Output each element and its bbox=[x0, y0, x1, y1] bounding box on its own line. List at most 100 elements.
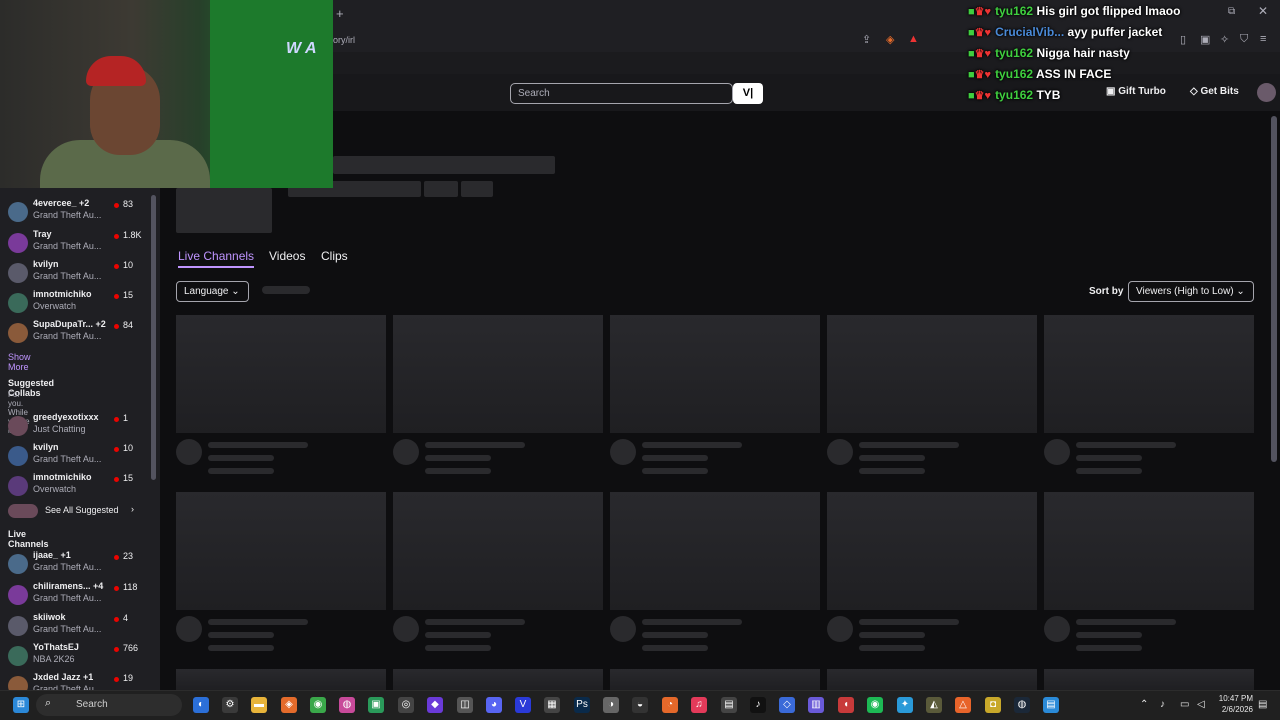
copilot-icon[interactable]: ◐ bbox=[193, 697, 209, 713]
sidebar-channel-item[interactable]: YoThatsEJ NBA 2K26 766 bbox=[0, 642, 150, 670]
brave-shield-icon[interactable]: ◈ bbox=[886, 33, 894, 46]
chrome-icon[interactable]: ◉ bbox=[310, 697, 326, 713]
sidebar-scrollbar[interactable] bbox=[151, 195, 156, 480]
tray-chevron-icon[interactable]: ⌃ bbox=[1140, 699, 1148, 710]
windows-start-icon[interactable]: ⊞ bbox=[13, 697, 29, 713]
sidebar-channel-item[interactable]: chiliramens... +4 Grand Theft Au... 118 bbox=[0, 581, 150, 609]
settings-icon[interactable]: ⚙ bbox=[222, 697, 238, 713]
sidebar-channel-item[interactable]: imnotmichiko Overwatch 15 bbox=[0, 472, 150, 500]
volume-icon[interactable]: ◁ bbox=[1197, 699, 1205, 710]
main-scrollbar[interactable] bbox=[1271, 116, 1277, 462]
brave-browser-icon[interactable]: ◈ bbox=[281, 697, 297, 713]
microphone-icon[interactable]: ♪ bbox=[1160, 699, 1165, 710]
chat-username[interactable]: tyu162 bbox=[995, 46, 1033, 60]
stream-thumbnail-skeleton[interactable] bbox=[176, 669, 386, 690]
sidebar-channel-item[interactable]: kvilyn Grand Theft Au... 10 bbox=[0, 259, 150, 287]
tiktok-icon[interactable]: ♪ bbox=[750, 697, 766, 713]
sidebar-channel-item[interactable]: Tray Grand Theft Au... 1.8K bbox=[0, 229, 150, 257]
chat-username[interactable]: CrucialVib... bbox=[995, 25, 1064, 39]
notification-icon[interactable]: ▤ bbox=[1258, 699, 1267, 710]
stream-thumbnail-skeleton[interactable] bbox=[1044, 315, 1254, 433]
sidebar-channel-item[interactable]: imnotmichiko Overwatch 15 bbox=[0, 289, 150, 317]
vpn-icon[interactable]: ⛉ bbox=[1240, 33, 1248, 46]
app-purple-icon[interactable]: ◆ bbox=[427, 697, 443, 713]
steam-icon[interactable]: ◍ bbox=[1014, 697, 1030, 713]
user-avatar[interactable] bbox=[1257, 83, 1276, 102]
stream-thumbnail-skeleton[interactable] bbox=[610, 492, 820, 610]
gamepad-icon[interactable]: ◫ bbox=[457, 697, 473, 713]
stream-thumbnail-skeleton[interactable] bbox=[393, 315, 603, 433]
streamer-avatar-skeleton bbox=[176, 439, 202, 465]
app-olive-icon[interactable]: ◭ bbox=[926, 697, 942, 713]
window-restore-icon[interactable]: ⧉ bbox=[1228, 6, 1235, 17]
channel-category: Just Chatting bbox=[33, 424, 86, 434]
leo-icon[interactable]: ✧ bbox=[1220, 33, 1229, 46]
app-green-icon[interactable]: ▣ bbox=[368, 697, 384, 713]
taskbar-date[interactable]: 2/6/2026 bbox=[1215, 705, 1253, 714]
sidebar-channel-item[interactable]: ijaae_ +1 Grand Theft Au... 23 bbox=[0, 550, 150, 578]
file-explorer-icon[interactable]: ▬ bbox=[251, 697, 267, 713]
discord-icon[interactable]: ◕ bbox=[486, 697, 502, 713]
window-close-icon[interactable]: ✕ bbox=[1258, 4, 1268, 18]
capture-icon[interactable]: ▦ bbox=[544, 697, 560, 713]
chat-username[interactable]: tyu162 bbox=[995, 67, 1033, 81]
app-circle-icon[interactable]: ◑ bbox=[603, 697, 619, 713]
photoshop-icon[interactable]: Ps bbox=[574, 697, 590, 713]
calculator-icon[interactable]: ▤ bbox=[721, 697, 737, 713]
app-cyan-icon[interactable]: ✦ bbox=[897, 697, 913, 713]
stream-thumbnail-skeleton[interactable] bbox=[610, 669, 820, 690]
language-dropdown[interactable]: Language ⌄ bbox=[176, 281, 249, 302]
stream-thumbnail-skeleton[interactable] bbox=[176, 492, 386, 610]
brave-rewards-icon[interactable]: ▲ bbox=[908, 33, 919, 45]
get-bits-button[interactable]: ◇ Get Bits bbox=[1190, 86, 1239, 97]
share-icon[interactable]: ⇪ bbox=[862, 33, 871, 46]
see-all-suggested-link[interactable]: See All Suggested › bbox=[0, 503, 150, 531]
stream-thumbnail-skeleton[interactable] bbox=[176, 315, 386, 433]
sidebar-channel-item[interactable]: SupaDupaTr... +2 Grand Theft Au... 84 bbox=[0, 319, 150, 347]
search-button[interactable]: V| bbox=[733, 83, 763, 104]
vegas-icon[interactable]: V bbox=[515, 697, 531, 713]
music-icon[interactable]: ♫ bbox=[691, 697, 707, 713]
sidebar-channel-item[interactable]: 4evercee_ +2 Grand Theft Au... 83 bbox=[0, 198, 150, 226]
url-text[interactable]: ory/irl bbox=[333, 35, 355, 45]
app-yellow-icon[interactable]: ◘ bbox=[985, 697, 1001, 713]
sidebar-channel-item[interactable]: kvilyn Grand Theft Au... 10 bbox=[0, 442, 150, 470]
obs-plugin-icon[interactable]: ◍ bbox=[339, 697, 355, 713]
files-icon[interactable]: ▤ bbox=[1043, 697, 1059, 713]
sidebar-channel-item[interactable]: greedyexotixxx Just Chatting 1 bbox=[0, 412, 150, 440]
new-tab-button[interactable]: + bbox=[336, 6, 344, 21]
stream-thumbnail-skeleton[interactable] bbox=[610, 315, 820, 433]
stream-thumbnail-skeleton[interactable] bbox=[1044, 492, 1254, 610]
search-input[interactable]: Search bbox=[510, 83, 733, 104]
chat-username[interactable]: tyu162 bbox=[995, 4, 1033, 18]
stream-thumbnail-skeleton[interactable] bbox=[1044, 669, 1254, 690]
show-more-link[interactable]: Show More bbox=[8, 352, 31, 372]
app-dark-icon[interactable]: ◒ bbox=[632, 697, 648, 713]
spotify-icon[interactable]: ◉ bbox=[867, 697, 883, 713]
firefox-icon[interactable]: ◔ bbox=[662, 697, 678, 713]
taskbar-time[interactable]: 10:47 PM bbox=[1215, 694, 1253, 703]
obs-icon[interactable]: ◎ bbox=[398, 697, 414, 713]
stream-thumbnail-skeleton[interactable] bbox=[393, 492, 603, 610]
tab-clips[interactable]: Clips bbox=[321, 249, 348, 263]
app-red-icon[interactable]: ◖ bbox=[838, 697, 854, 713]
stream-thumbnail-skeleton[interactable] bbox=[827, 315, 1037, 433]
sidebar-channel-item[interactable]: skiiwok Grand Theft Au... 4 bbox=[0, 612, 150, 640]
chat-username[interactable]: tyu162 bbox=[995, 88, 1033, 102]
extensions-icon[interactable]: ▣ bbox=[1200, 33, 1210, 46]
stream-thumbnail-skeleton[interactable] bbox=[827, 669, 1037, 690]
vpn-app-icon[interactable]: ◇ bbox=[779, 697, 795, 713]
gift-turbo-button[interactable]: ▣ Gift Turbo bbox=[1106, 86, 1166, 97]
app-orange-icon[interactable]: △ bbox=[955, 697, 971, 713]
taskbar-search[interactable]: Search bbox=[36, 694, 182, 716]
sidebar-toggle-icon[interactable]: ▯ bbox=[1180, 33, 1186, 46]
sort-dropdown[interactable]: Viewers (High to Low) ⌄ bbox=[1128, 281, 1254, 302]
stream-thumbnail-skeleton[interactable] bbox=[393, 669, 603, 690]
tab-videos[interactable]: Videos bbox=[269, 249, 305, 263]
network-icon[interactable]: ▭ bbox=[1180, 699, 1189, 710]
text-line-skeleton bbox=[859, 455, 925, 461]
notes-icon[interactable]: ▥ bbox=[808, 697, 824, 713]
tab-live-channels[interactable]: Live Channels bbox=[178, 249, 255, 268]
menu-icon[interactable]: ≡ bbox=[1260, 33, 1266, 45]
stream-thumbnail-skeleton[interactable] bbox=[827, 492, 1037, 610]
